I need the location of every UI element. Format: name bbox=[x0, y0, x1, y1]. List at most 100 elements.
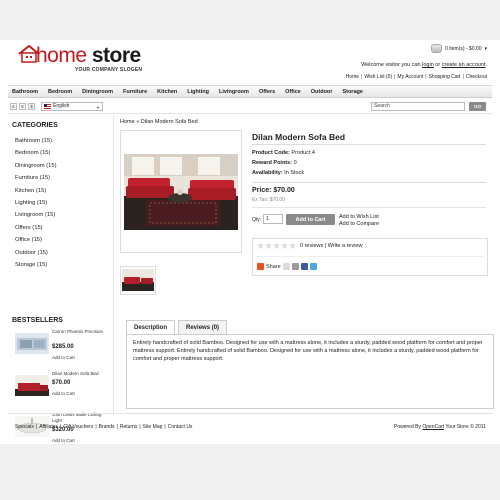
footer-link-brands[interactable]: Brands bbox=[99, 424, 115, 430]
footer-link-contact[interactable]: Contact Us bbox=[168, 424, 193, 430]
email-icon[interactable] bbox=[282, 263, 290, 270]
product-thumbnail-frame bbox=[120, 266, 156, 295]
product-image-sink[interactable] bbox=[15, 333, 49, 354]
bottom-background bbox=[0, 444, 500, 500]
add-to-cart-button[interactable]: Add to Cart bbox=[286, 214, 335, 225]
menu-item-office[interactable]: Office bbox=[285, 89, 301, 95]
menu-item-bathroom[interactable]: Bathroom bbox=[12, 89, 38, 95]
menu-item-offers[interactable]: Offers bbox=[259, 89, 275, 95]
top-background bbox=[0, 0, 500, 40]
product-main-image[interactable] bbox=[124, 154, 238, 230]
currency-dollar-button[interactable]: $ bbox=[28, 102, 35, 110]
category-item[interactable]: Storage (15) bbox=[15, 259, 57, 271]
currency-pound-button[interactable]: £ bbox=[10, 102, 17, 110]
footer-link-specials[interactable]: Specials bbox=[15, 424, 34, 430]
bestseller-add-to-cart[interactable]: Add to Cart bbox=[52, 355, 75, 360]
description-text: Entirely handcrafted of solid Bamboo. De… bbox=[133, 340, 483, 362]
product-image-sofa[interactable] bbox=[15, 375, 49, 396]
logo-text: home store bbox=[36, 44, 141, 67]
cart-text: 0 item(s) - $0.00 bbox=[445, 45, 482, 52]
bestseller-name[interactable]: Carron Phoenix Precision bbox=[52, 329, 112, 335]
tab-reviews[interactable]: Reviews (0) bbox=[178, 320, 228, 334]
top-link-wishlist[interactable]: Wish List (0) bbox=[364, 74, 392, 80]
category-item[interactable]: Livingroom (15) bbox=[15, 209, 57, 221]
search-input[interactable]: Search bbox=[371, 102, 465, 111]
menu-item-outdoor[interactable]: Outdoor bbox=[311, 89, 333, 95]
cart-summary[interactable]: 0 item(s) - $0.00 ▾ bbox=[431, 44, 487, 53]
top-link-checkout[interactable]: Checkout bbox=[466, 74, 487, 80]
category-item[interactable]: Bathroom (15) bbox=[15, 135, 57, 147]
top-link-account[interactable]: My Account bbox=[397, 74, 423, 80]
add-to-wishlist-link[interactable]: Add to Wish List bbox=[339, 214, 379, 220]
reward-points: Reward Points: 0 bbox=[252, 160, 297, 166]
opencart-link[interactable]: OpenCart bbox=[422, 424, 444, 430]
create-account-link[interactable]: create an account bbox=[442, 62, 486, 68]
breadcrumb: Home » Dilan Modern Sofa Bed bbox=[120, 119, 198, 125]
bestseller-item: Carron Phoenix Precision $285.00 Add to … bbox=[15, 329, 113, 369]
description-panel: Entirely handcrafted of solid Bamboo. De… bbox=[126, 334, 494, 409]
category-item[interactable]: Bedroom (15) bbox=[15, 147, 57, 159]
add-to-compare-link[interactable]: Add to Compare bbox=[339, 221, 379, 227]
top-link-cart[interactable]: Shopping Cart bbox=[429, 74, 461, 80]
category-item[interactable]: Furniture (15) bbox=[15, 172, 57, 184]
category-item[interactable]: Office (15) bbox=[15, 234, 57, 246]
share-label[interactable]: Share bbox=[266, 264, 281, 270]
footer-link-returns[interactable]: Returns bbox=[120, 424, 138, 430]
product-price: Price: $70.00 bbox=[252, 187, 295, 194]
currency-euro-button[interactable]: € bbox=[19, 102, 26, 110]
welcome-text: Welcome visitor you can login or create … bbox=[361, 62, 487, 68]
breadcrumb-home[interactable]: Home bbox=[120, 119, 135, 125]
menu-item-lighting[interactable]: Lighting bbox=[187, 89, 209, 95]
menu-item-livingroom[interactable]: Livingroom bbox=[219, 89, 249, 95]
category-item[interactable]: Lighting (15) bbox=[15, 197, 57, 209]
search-go-button[interactable]: GO bbox=[469, 102, 486, 111]
menu-item-bedroom[interactable]: Bedroom bbox=[48, 89, 72, 95]
categories-title: CATEGORIES bbox=[12, 122, 58, 129]
cart-icon bbox=[431, 44, 443, 53]
category-item[interactable]: Offers (15) bbox=[15, 222, 57, 234]
star-icon bbox=[273, 242, 280, 249]
main-menu: Bathroom Bedroom Diningroom Furniture Ki… bbox=[8, 85, 492, 98]
divider bbox=[252, 207, 486, 208]
bestseller-item: John Lewis Malie Ceiling Light $320.00 A… bbox=[15, 412, 113, 452]
menu-item-diningroom[interactable]: Diningroom bbox=[82, 89, 113, 95]
write-review-link[interactable]: Write a review bbox=[328, 243, 363, 249]
facebook-icon[interactable] bbox=[300, 263, 308, 270]
bestseller-add-to-cart[interactable]: Add to Cart bbox=[52, 391, 75, 396]
print-icon[interactable] bbox=[291, 263, 299, 270]
breadcrumb-separator: » bbox=[136, 119, 140, 125]
category-item[interactable]: Diningroom (15) bbox=[15, 160, 57, 172]
footer-link-gift-vouchers[interactable]: Gift Vouchers bbox=[63, 424, 93, 430]
bestseller-price: $70.00 bbox=[52, 380, 71, 386]
menu-item-storage[interactable]: Storage bbox=[342, 89, 362, 95]
footer-link-site-map[interactable]: Site Map bbox=[143, 424, 163, 430]
login-link[interactable]: login bbox=[422, 62, 434, 68]
twitter-icon[interactable] bbox=[309, 263, 317, 270]
star-icon bbox=[289, 242, 296, 249]
breadcrumb-current[interactable]: Dilan Modern Sofa Bed bbox=[141, 119, 198, 125]
chevron-down-icon: ▼ bbox=[96, 104, 100, 110]
bestseller-name[interactable]: Dilan Modern Sofa Bed bbox=[52, 371, 112, 377]
menu-item-furniture[interactable]: Furniture bbox=[123, 89, 147, 95]
tab-description[interactable]: Description bbox=[126, 320, 176, 334]
quantity-input[interactable]: 1 bbox=[263, 214, 283, 224]
reviews-count-link[interactable]: 0 reviews bbox=[300, 243, 323, 249]
slogan: YOUR COMPANY SLOGEN bbox=[75, 67, 143, 73]
product-image-frame bbox=[120, 130, 242, 253]
top-link-home[interactable]: Home bbox=[346, 74, 359, 80]
product-thumbnail[interactable] bbox=[122, 269, 154, 291]
sidebar: CATEGORIES Bathroom (15) Bedroom (15) Di… bbox=[8, 115, 114, 443]
review-links: 0 reviews | Write a review bbox=[300, 243, 363, 249]
category-item[interactable]: Outdoor (15) bbox=[15, 247, 57, 259]
language-label: English bbox=[53, 103, 70, 109]
share-icon[interactable] bbox=[257, 263, 264, 270]
menu-item-kitchen[interactable]: Kitchen bbox=[157, 89, 177, 95]
footer-link-affiliates[interactable]: Affiliates bbox=[39, 424, 58, 430]
star-icon bbox=[281, 242, 288, 249]
language-select[interactable]: English ▼ bbox=[41, 101, 103, 111]
category-item[interactable]: Kitchen (15) bbox=[15, 185, 57, 197]
product-tabs: Description Reviews (0) bbox=[126, 320, 230, 334]
bestseller-add-to-cart[interactable]: Add to Cart bbox=[52, 438, 75, 443]
bestseller-price: $285.00 bbox=[52, 344, 74, 350]
product-code: Product Code: Product 4 bbox=[252, 150, 315, 156]
